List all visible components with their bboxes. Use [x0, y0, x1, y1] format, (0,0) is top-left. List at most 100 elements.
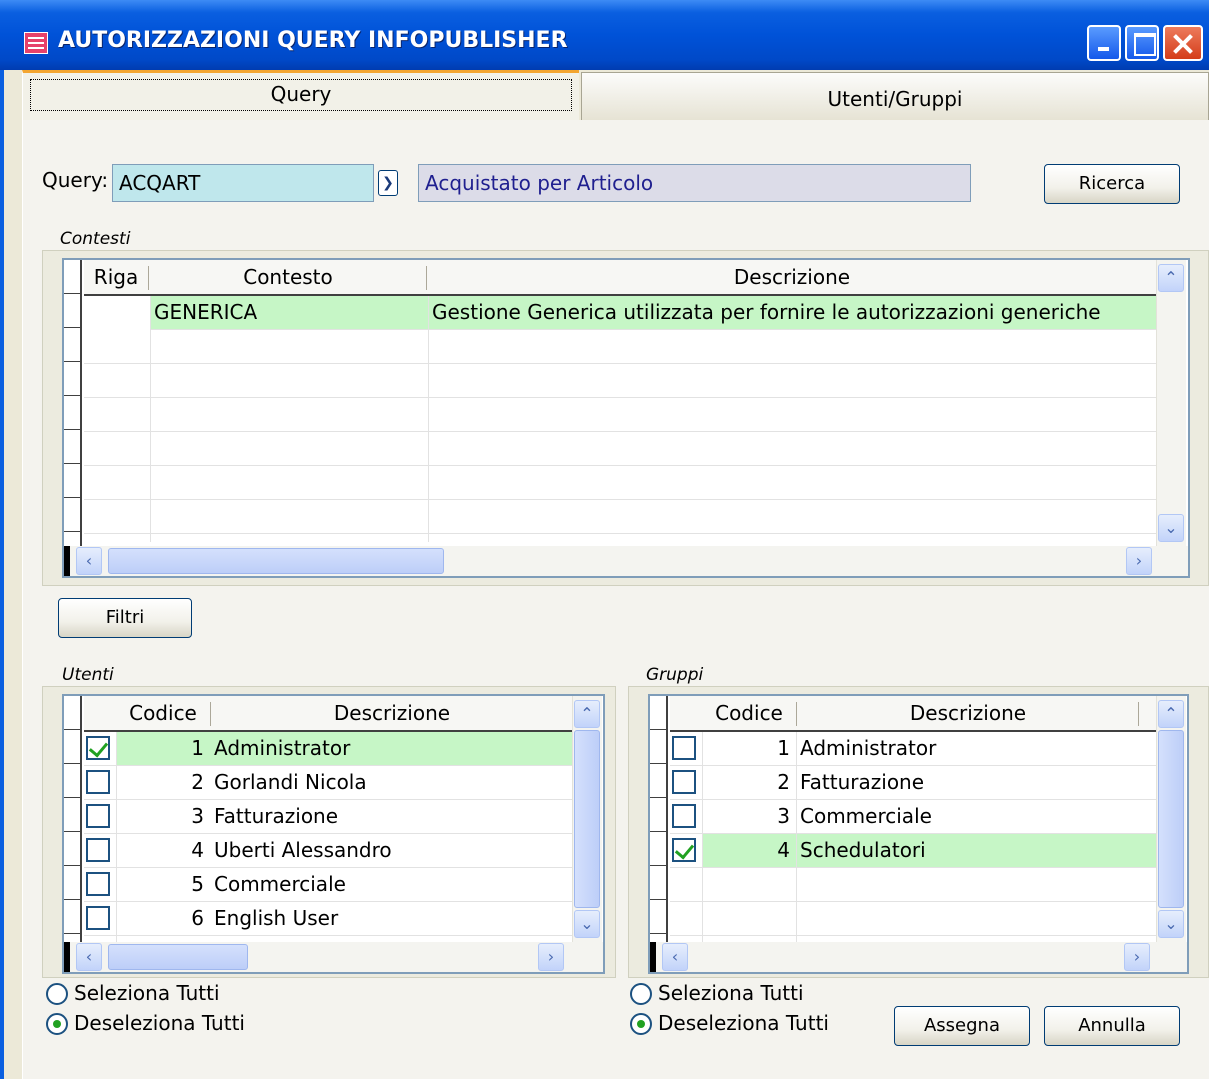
gruppi-vscroll[interactable]: ⌃ ⌄	[1156, 696, 1186, 942]
utenti-hscroll[interactable]: ‹ ›	[64, 942, 603, 972]
row-checkbox[interactable]	[672, 770, 696, 794]
window-frame	[0, 70, 4, 1079]
contesti-row-empty[interactable]	[84, 398, 1156, 432]
cancel-button[interactable]: Annulla	[1044, 1006, 1180, 1046]
row-checkbox[interactable]	[86, 906, 110, 930]
col-descrizione[interactable]: Descrizione	[428, 260, 1156, 294]
row-checkbox[interactable]	[672, 838, 696, 862]
cell-codice: 5	[191, 872, 204, 896]
tab-utenti-gruppi[interactable]: Utenti/Gruppi	[581, 72, 1209, 120]
utenti-row[interactable]: 1 Administrator	[84, 732, 572, 766]
utenti-row[interactable]: 2 Gorlandi Nicola	[84, 766, 572, 800]
col-descrizione[interactable]: Descrizione	[798, 696, 1138, 730]
scroll-right-icon[interactable]: ›	[1124, 943, 1150, 971]
scroll-down-icon[interactable]: ⌄	[574, 910, 600, 938]
utenti-deselect-all-label[interactable]: Deseleziona Tutti	[74, 1011, 245, 1035]
filter-button[interactable]: Filtri	[58, 598, 192, 638]
contesti-row-empty[interactable]	[84, 432, 1156, 466]
app-icon	[24, 32, 48, 54]
cell-codice: 4	[777, 838, 790, 862]
maximize-button[interactable]	[1125, 25, 1159, 61]
scroll-thumb[interactable]	[108, 944, 248, 970]
row-checkbox[interactable]	[672, 804, 696, 828]
row-checkbox[interactable]	[86, 872, 110, 896]
close-button[interactable]	[1163, 25, 1203, 61]
cell-descrizione: English User	[214, 906, 339, 930]
utenti-row[interactable]: 3 Fatturazione	[84, 800, 572, 834]
scroll-left-icon[interactable]: ‹	[76, 547, 102, 575]
cell-codice: 2	[191, 770, 204, 794]
col-descrizione[interactable]: Descrizione	[212, 696, 572, 730]
cancel-button-label: Annulla	[1078, 1015, 1146, 1036]
utenti-row[interactable]: 4 Uberti Alessandro	[84, 834, 572, 868]
utenti-select-all-radio[interactable]	[46, 983, 68, 1005]
search-button[interactable]: Ricerca	[1044, 164, 1180, 204]
scroll-down-icon[interactable]: ⌄	[1158, 910, 1184, 938]
utenti-row[interactable]: 5 Commerciale	[84, 868, 572, 902]
cell-codice: 3	[777, 804, 790, 828]
cell-descrizione: Gorlandi Nicola	[214, 770, 367, 794]
contesti-header: Riga Contesto Descrizione	[84, 260, 1156, 296]
cell-contesto: GENERICA	[154, 300, 258, 324]
gruppi-select-all-radio[interactable]	[630, 983, 652, 1005]
scroll-thumb[interactable]	[1158, 730, 1184, 908]
contesti-hscroll[interactable]: ‹ ›	[64, 546, 1188, 576]
minimize-button[interactable]	[1087, 25, 1121, 61]
cell-descrizione: Commerciale	[214, 872, 346, 896]
utenti-row[interactable]: 6 English User	[84, 902, 572, 936]
row-selector-column	[64, 260, 82, 576]
col-contesto[interactable]: Contesto	[150, 260, 426, 294]
gruppi-row[interactable]: 4 Schedulatori	[670, 834, 1156, 868]
scroll-left-icon[interactable]: ‹	[76, 943, 102, 971]
query-code-input[interactable]: ACQART	[112, 164, 374, 202]
gruppi-deselect-all-radio[interactable]	[630, 1013, 652, 1035]
row-checkbox[interactable]	[672, 736, 696, 760]
scroll-right-icon[interactable]: ›	[1126, 547, 1152, 575]
contesti-row-empty[interactable]	[84, 330, 1156, 364]
row-checkbox[interactable]	[86, 736, 110, 760]
gruppi-row-empty[interactable]	[670, 868, 1156, 902]
utenti-deselect-all-radio[interactable]	[46, 1013, 68, 1035]
row-checkbox[interactable]	[86, 838, 110, 862]
col-codice[interactable]: Codice	[116, 696, 210, 730]
tab-query[interactable]: Query	[22, 70, 579, 120]
row-checkbox[interactable]	[86, 804, 110, 828]
col-riga[interactable]: Riga	[84, 260, 148, 294]
filter-button-label: Filtri	[105, 607, 145, 628]
utenti-vscroll[interactable]: ⌃ ⌄	[572, 696, 602, 942]
gruppi-row[interactable]: 2 Fatturazione	[670, 766, 1156, 800]
contesti-row-empty[interactable]	[84, 466, 1156, 500]
scroll-up-icon[interactable]: ⌃	[574, 700, 600, 728]
assign-button[interactable]: Assegna	[894, 1006, 1030, 1046]
col-codice[interactable]: Codice	[702, 696, 796, 730]
scroll-down-icon[interactable]: ⌄	[1158, 514, 1184, 542]
contesti-row-empty[interactable]	[84, 364, 1156, 398]
lookup-arrow-button[interactable]: ❯	[378, 170, 398, 196]
search-button-label: Ricerca	[1078, 173, 1146, 194]
cell-codice: 1	[777, 736, 790, 760]
gruppi-row-empty[interactable]	[670, 902, 1156, 936]
gruppi-hscroll[interactable]: ‹ ›	[650, 942, 1187, 972]
contesti-row[interactable]: GENERICA Gestione Generica utilizzata pe…	[150, 296, 1156, 330]
gruppi-select-all-label[interactable]: Seleziona Tutti	[658, 981, 804, 1005]
utenti-grid: Codice Descrizione 1 Administrator 2 Gorlan…	[62, 694, 605, 974]
gruppi-deselect-all-label[interactable]: Deseleziona Tutti	[658, 1011, 829, 1035]
tab-query-label: Query	[30, 79, 572, 111]
scroll-up-icon[interactable]: ⌃	[1158, 264, 1184, 292]
title-bar: AUTORIZZAZIONI QUERY INFOPUBLISHER	[0, 0, 1209, 70]
row-checkbox[interactable]	[86, 770, 110, 794]
scroll-left-icon[interactable]: ‹	[662, 943, 688, 971]
utenti-select-all-label[interactable]: Seleziona Tutti	[74, 981, 220, 1005]
contesti-label: Contesti	[60, 229, 131, 249]
contesti-vscroll[interactable]: ⌃ ⌄	[1156, 260, 1186, 546]
scroll-thumb[interactable]	[574, 730, 600, 908]
scroll-thumb[interactable]	[108, 548, 444, 574]
scroll-right-icon[interactable]: ›	[538, 943, 564, 971]
scroll-up-icon[interactable]: ⌃	[1158, 700, 1184, 728]
gruppi-label: Gruppi	[646, 665, 704, 685]
utenti-label: Utenti	[62, 665, 114, 685]
gruppi-row[interactable]: 1 Administrator	[670, 732, 1156, 766]
cell-descrizione: Gestione Generica utilizzata per fornire…	[432, 300, 1101, 324]
contesti-row-empty[interactable]	[84, 500, 1156, 534]
gruppi-row[interactable]: 3 Commerciale	[670, 800, 1156, 834]
